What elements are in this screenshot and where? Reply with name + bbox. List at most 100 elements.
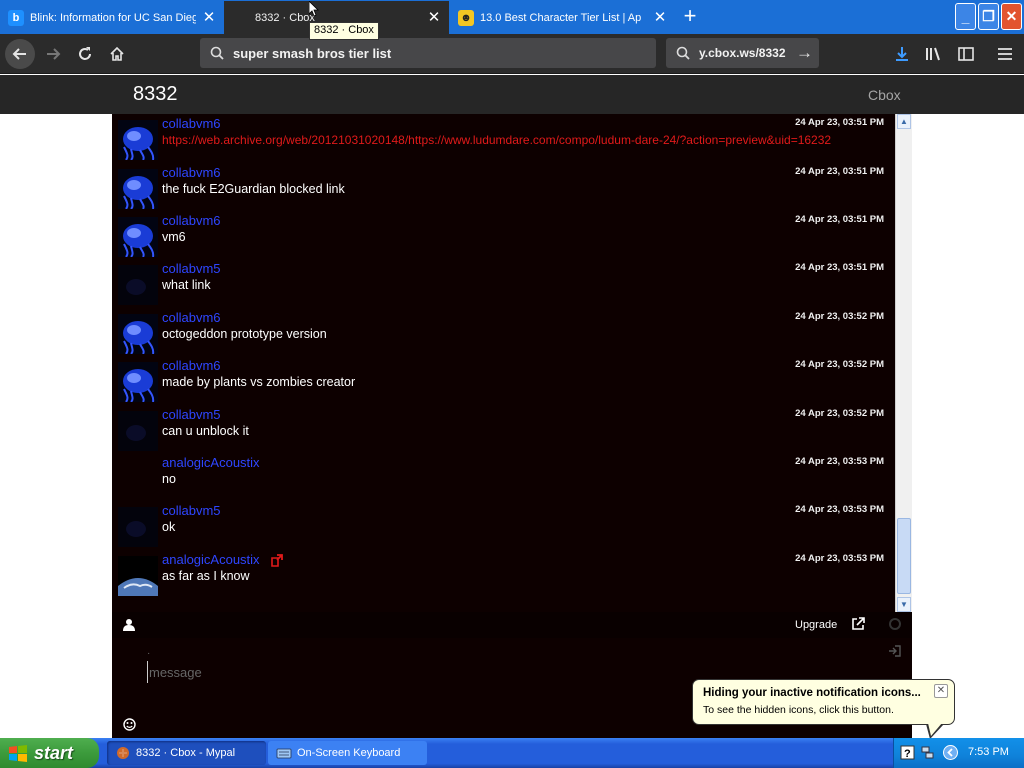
system-tray: ? 7:53 PM [893, 738, 1024, 768]
chat-message: analogicAcoustix 24 Apr 23, 03:53 PM as fa… [112, 550, 895, 596]
svg-text:?: ? [904, 748, 911, 760]
tab-tooltip: 8332 · Cbox [309, 22, 379, 40]
page-title: 8332 [133, 83, 178, 105]
cbox-brand-link[interactable]: Cbox [868, 87, 901, 103]
message-username[interactable]: collabvm6 [162, 213, 221, 228]
balloon-close-button[interactable]: ✕ [934, 684, 948, 698]
user-icon[interactable] [123, 618, 135, 631]
message-username[interactable]: analogicAcoustix [162, 552, 260, 567]
message-username[interactable]: collabvm6 [162, 165, 221, 180]
avatar-dark-icon [118, 265, 158, 305]
reply-arrow-icon[interactable] [270, 553, 284, 567]
download-icon[interactable] [890, 42, 914, 66]
message-username[interactable]: collabvm6 [162, 358, 221, 373]
help-icon[interactable]: ? [900, 745, 915, 760]
message-username[interactable]: collabvm5 [162, 503, 221, 518]
popout-icon[interactable] [851, 617, 865, 631]
reload-button[interactable] [70, 39, 100, 69]
close-tab-icon[interactable]: ✕ [202, 10, 216, 25]
message-text: octogeddon prototype version [162, 327, 327, 341]
avatar-jellyfish-icon [118, 362, 158, 402]
message-scrollbar[interactable]: ▲ ▼ [895, 114, 912, 612]
message-timestamp: 24 Apr 23, 03:53 PM [795, 504, 884, 515]
windows-flag-icon [9, 745, 27, 762]
message-timestamp: 24 Apr 23, 03:53 PM [795, 553, 884, 564]
tab-blink[interactable]: b Blink: Information for UC San Diego ✕ [0, 1, 224, 34]
message-username[interactable]: analogicAcoustix [162, 455, 260, 470]
menu-icon[interactable] [993, 42, 1017, 66]
avatar [118, 362, 158, 402]
upgrade-link[interactable]: Upgrade [795, 619, 837, 631]
minimize-button[interactable]: _ [955, 3, 976, 30]
avatar-dark-icon [118, 411, 158, 451]
message-link[interactable]: https://web.archive.org/web/201210310201… [162, 133, 831, 147]
show-hidden-icons-icon[interactable] [943, 745, 958, 760]
nav-toolbar: super smash bros tier list y.cbox.ws/833… [0, 34, 1024, 74]
library-icon[interactable] [922, 42, 946, 66]
home-button[interactable] [102, 39, 132, 69]
chat-toolbar: Upgrade [112, 612, 912, 638]
refresh-icon[interactable] [889, 618, 901, 630]
message-timestamp: 24 Apr 23, 03:51 PM [795, 166, 884, 177]
message-text: no [162, 472, 176, 486]
game-favicon-icon: ☻ [458, 9, 474, 26]
tab-tier-list[interactable]: ☻ 13.0 Best Character Tier List | Ap ✕ [450, 1, 675, 34]
close-tab-icon[interactable]: ✕ [653, 10, 667, 25]
avatar [118, 411, 158, 451]
message-username[interactable]: collabvm5 [162, 407, 221, 422]
scroll-thumb[interactable] [897, 518, 911, 594]
name-field[interactable]: · [147, 648, 150, 659]
arrow-right-icon[interactable]: → [796, 43, 813, 63]
close-window-button[interactable]: ✕ [1001, 3, 1022, 30]
scroll-down-arrow-icon[interactable]: ▼ [897, 597, 911, 612]
avatar [118, 169, 158, 209]
chat-message: collabvm6 24 Apr 23, 03:51 PM vm6 [112, 211, 895, 257]
keyboard-icon [276, 748, 292, 759]
scroll-up-arrow-icon[interactable]: ▲ [897, 114, 911, 129]
reload-icon [79, 47, 91, 60]
avatar-jellyfish-icon [118, 120, 158, 160]
taskbar-item-label: On-Screen Keyboard [297, 747, 401, 759]
message-text: the fuck E2Guardian blocked link [162, 182, 345, 196]
blink-favicon-icon: b [8, 9, 24, 26]
smiley-icon[interactable] [123, 718, 136, 731]
maximize-button[interactable]: ❐ [978, 3, 999, 30]
message-text: what link [162, 278, 211, 292]
message-list: collabvm6 24 Apr 23, 03:51 PM https://web.… [112, 114, 895, 612]
search-bar[interactable]: y.cbox.ws/8332 → [666, 38, 819, 68]
message-text: can u unblock it [162, 424, 249, 438]
new-tab-button[interactable]: + [676, 4, 704, 30]
address-bar[interactable]: super smash bros tier list [200, 38, 656, 68]
chat-message: collabvm6 24 Apr 23, 03:52 PM octogeddon p… [112, 308, 895, 354]
avatar [118, 120, 158, 160]
taskbar-item-mypal[interactable]: 8332 · Cbox - Mypal [107, 741, 266, 765]
message-username[interactable]: collabvm6 [162, 116, 221, 131]
balloon-title: Hiding your inactive notification icons.… [703, 687, 921, 699]
avatar-earth-icon [118, 556, 158, 596]
taskbar-item-osk[interactable]: On-Screen Keyboard [268, 741, 427, 765]
back-button[interactable] [5, 39, 35, 69]
network-icon[interactable] [920, 745, 935, 760]
login-icon[interactable] [888, 645, 901, 657]
message-text: as far as I know [162, 569, 250, 583]
start-button[interactable]: start [0, 738, 99, 768]
avatar-jellyfish-icon [118, 314, 158, 354]
chat-message: collabvm5 24 Apr 23, 03:51 PM what link [112, 259, 895, 305]
chat-message: collabvm6 24 Apr 23, 03:51 PM https://web.… [112, 114, 895, 160]
tab-title: 13.0 Best Character Tier List | Ap [480, 11, 642, 24]
balloon-body: To see the hidden icons, click this butt… [703, 704, 894, 716]
message-username[interactable]: collabvm6 [162, 310, 221, 325]
chat-box: collabvm6 24 Apr 23, 03:51 PM https://web.… [112, 114, 912, 738]
mypal-icon [117, 747, 129, 759]
message-username[interactable]: collabvm5 [162, 261, 221, 276]
address-text: super smash bros tier list [233, 45, 392, 61]
close-tab-icon[interactable]: ✕ [427, 10, 441, 25]
avatar [118, 556, 158, 596]
search-icon [676, 46, 690, 60]
forward-button[interactable] [38, 39, 68, 69]
message-timestamp: 24 Apr 23, 03:51 PM [795, 262, 884, 273]
chat-message: collabvm6 24 Apr 23, 03:51 PM the fuck E2G… [112, 163, 895, 209]
chat-message: collabvm5 24 Apr 23, 03:53 PM ok [112, 501, 895, 547]
sidebar-icon[interactable] [954, 42, 978, 66]
chat-message: collabvm6 24 Apr 23, 03:52 PM made by plan… [112, 356, 895, 402]
